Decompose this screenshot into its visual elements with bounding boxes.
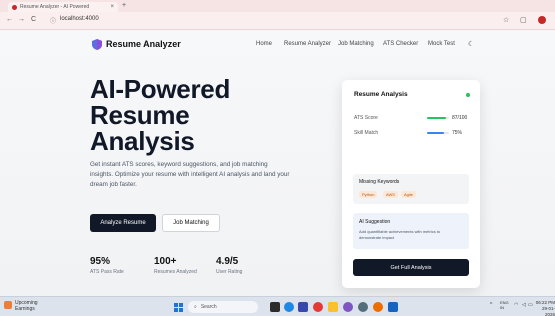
resume-analysis-card: Resume Analysis ATS Score 87/100 Skill M…	[342, 80, 480, 288]
taskbar-search[interactable]: ⌕ Search	[188, 301, 258, 313]
nav-resume-analyzer[interactable]: Resume Analyzer	[284, 41, 331, 47]
skill-match-value: 75%	[452, 130, 463, 136]
file-explorer-icon[interactable]	[328, 302, 338, 312]
nav-mock-test[interactable]: Mock Test	[428, 41, 455, 47]
tab-close-icon[interactable]: ×	[110, 4, 114, 10]
browser-tab-strip: Resume Analyzer - AI Powered × +	[0, 0, 555, 12]
windows-taskbar: Upcoming Earnings ⌕ Search ^ ENG IN ◠ ◁ …	[0, 296, 555, 316]
forward-icon[interactable]: →	[18, 16, 25, 23]
ai-suggestion-box: AI Suggestion Add quantifiable achieveme…	[353, 213, 469, 249]
task-view-icon[interactable]	[270, 302, 280, 312]
card-title: Resume Analysis	[354, 91, 408, 98]
ats-score-value: 87/100	[452, 115, 468, 121]
edge-browser-icon[interactable]	[284, 302, 294, 312]
get-full-analysis-button[interactable]: Get Full Analysis	[353, 259, 469, 276]
stat-value: 100+	[154, 256, 177, 267]
profile-avatar[interactable]	[538, 16, 546, 24]
address-bar-row: ← → C ⓘ localhost:4000 ☆ ▢	[0, 12, 555, 30]
stat-label: Resumes Analyzed	[154, 269, 197, 275]
site-info-icon[interactable]: ⓘ	[50, 16, 56, 25]
weather-subtitle: Earnings	[15, 306, 35, 312]
clock-date: 29-01-2026	[541, 306, 555, 316]
url-field[interactable]: localhost:4000	[60, 16, 99, 22]
region-code: IN	[500, 305, 504, 310]
wifi-icon[interactable]: ◠	[514, 302, 518, 308]
stat-ats-pass-rate: 95% ATS Pass Rate	[90, 256, 124, 275]
reload-icon[interactable]: C	[31, 16, 36, 23]
volume-icon[interactable]: ◁	[522, 302, 526, 308]
stat-user-rating: 4.9/5 User Rating	[216, 256, 242, 275]
stat-value: 95%	[90, 256, 111, 267]
battery-icon[interactable]: ▭	[528, 302, 533, 308]
nav-job-matching[interactable]: Job Matching	[338, 41, 374, 47]
weather-widget-icon[interactable]	[4, 301, 12, 309]
ats-score-fill	[427, 117, 447, 119]
stat-label: User Rating	[216, 269, 243, 275]
settings-gear-icon[interactable]	[358, 302, 368, 312]
browser-tab[interactable]: Resume Analyzer - AI Powered ×	[8, 2, 118, 12]
analyze-resume-button[interactable]: Analyze Resume	[90, 214, 156, 232]
hero-title: AI-Powered Resume Analysis	[90, 76, 230, 154]
missing-keywords-box: Missing Keywords Python AWS Agile	[353, 174, 469, 204]
page: Resume Analyzer Home Resume Analyzer Job…	[0, 30, 555, 296]
back-icon[interactable]: ←	[6, 16, 13, 23]
missing-keywords-title: Missing Keywords	[359, 179, 400, 185]
search-icon: ⌕	[194, 304, 197, 310]
status-dot	[466, 93, 470, 97]
hero-title-line-3: Analysis	[90, 126, 195, 156]
keyword-chip: Agile	[401, 191, 416, 198]
skill-match-fill	[427, 132, 444, 134]
skill-match-label: Skill Match	[354, 130, 379, 136]
ai-suggestion-title: AI Suggestion	[359, 219, 391, 225]
ats-score-label: ATS Score	[354, 115, 378, 121]
keyword-chip: Python	[359, 191, 378, 198]
skill-match-bar	[427, 132, 449, 134]
app-icon[interactable]	[373, 302, 383, 312]
theme-toggle-icon[interactable]: ☾	[468, 40, 474, 48]
bookmark-star-icon[interactable]: ☆	[503, 16, 509, 24]
new-tab-button[interactable]: +	[122, 2, 126, 9]
vscode-icon[interactable]	[388, 302, 398, 312]
stat-label: ATS Pass Rate	[90, 269, 124, 275]
brand-name[interactable]: Resume Analyzer	[106, 39, 181, 49]
hero-description: Get instant ATS scores, keyword suggesti…	[90, 161, 290, 188]
stat-value: 4.9/5	[216, 256, 239, 267]
shield-logo-icon	[92, 39, 102, 50]
stat-resumes-analyzed: 100+ Resumes Analyzed	[154, 256, 197, 275]
hero-title-line-2: Resume	[90, 100, 190, 130]
hero-title-line-1: AI-Powered	[90, 74, 231, 104]
tab-title: Resume Analyzer - AI Powered	[20, 4, 90, 10]
chrome-browser-icon[interactable]	[313, 302, 323, 312]
extensions-icon[interactable]: ▢	[520, 16, 527, 24]
search-placeholder: Search	[200, 304, 217, 310]
job-matching-button[interactable]: Job Matching	[162, 214, 220, 232]
tray-chevron-icon[interactable]: ^	[490, 302, 492, 308]
ats-score-bar	[427, 117, 449, 119]
favicon-icon	[12, 4, 17, 10]
system-clock[interactable]: 06:22 PM 29-01-2026	[534, 300, 555, 316]
store-icon[interactable]	[298, 302, 308, 312]
app-icon[interactable]	[343, 302, 353, 312]
windows-start-icon[interactable]	[174, 303, 183, 312]
language-indicator[interactable]: ENG IN	[500, 300, 509, 310]
site-header: Resume Analyzer Home Resume Analyzer Job…	[0, 30, 555, 58]
nav-home[interactable]: Home	[256, 41, 272, 47]
nav-ats-checker[interactable]: ATS Checker	[383, 41, 418, 47]
weather-widget[interactable]: Upcoming Earnings	[15, 300, 38, 312]
ai-suggestion-text: Add quantifiable achievements with metri…	[359, 229, 441, 240]
keyword-chip: AWS	[383, 191, 398, 198]
